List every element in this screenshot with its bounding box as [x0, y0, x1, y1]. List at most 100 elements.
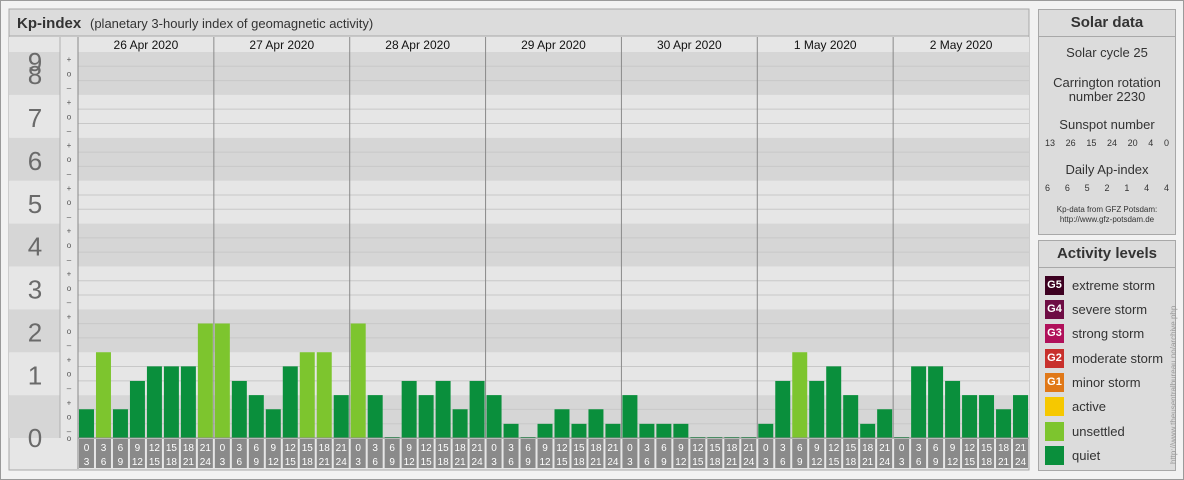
kp-bar	[316, 352, 332, 438]
kp-bar	[503, 423, 519, 438]
interval-start-label: 3	[780, 443, 786, 454]
interval-end-label: 18	[981, 457, 993, 468]
interval-end-label: 15	[692, 457, 704, 468]
level-quiet: quiet	[1045, 445, 1100, 465]
sunspot-value: 15	[1086, 138, 1097, 148]
kp-band	[78, 180, 1029, 224]
interval-start-label: 0	[84, 443, 90, 454]
interval-end-label: 18	[438, 457, 450, 468]
level-g3-swatch: G3	[1045, 323, 1064, 343]
kp-band	[78, 94, 1029, 138]
kp-number-label: 1	[28, 360, 42, 390]
sub-tick-label: o	[67, 69, 72, 78]
interval-end-label: 12	[268, 457, 280, 468]
kp-bar	[656, 423, 672, 438]
kp-bar	[248, 395, 264, 438]
kp-band	[78, 223, 1029, 267]
kp-bar	[112, 409, 128, 438]
sub-tick-label: o	[67, 284, 72, 293]
kp-number-label: 0	[28, 423, 42, 453]
kp-bar	[129, 380, 145, 438]
interval-start-label: 12	[964, 443, 976, 454]
ap-value: 4	[1144, 183, 1150, 193]
sub-tick-label: o	[67, 241, 72, 250]
sub-tick-label: +	[67, 398, 72, 407]
interval-start-label: 12	[149, 443, 161, 454]
interval-end-label: 6	[101, 457, 107, 468]
sub-tick-label: +	[67, 270, 72, 279]
interval-start-label: 3	[508, 443, 514, 454]
kp-number-label: 7	[28, 103, 42, 133]
kp-number-label: 9	[28, 47, 42, 77]
sub-tick-label: –	[67, 255, 72, 264]
interval-start-label: 15	[709, 443, 721, 454]
level-quiet-swatch	[1045, 445, 1064, 465]
sunspot-value: 26	[1065, 138, 1076, 148]
day-label: 27 Apr 2020	[249, 38, 314, 52]
sub-tick-label: +	[67, 98, 72, 107]
kp-bar	[571, 423, 587, 438]
kp-bar	[996, 409, 1012, 438]
interval-start-label: 21	[879, 443, 891, 454]
level-quiet-label: quiet	[1072, 447, 1101, 463]
interval-end-label: 12	[811, 457, 823, 468]
sub-tick-label: o	[67, 327, 72, 336]
interval-start-label: 3	[916, 443, 922, 454]
day-label: 2 May 2020	[930, 38, 993, 52]
interval-start-label: 18	[726, 443, 738, 454]
interval-end-label: 3	[899, 457, 905, 468]
interval-start-label: 12	[692, 443, 704, 454]
interval-end-label: 15	[964, 457, 976, 468]
sub-tick-label: o	[67, 155, 72, 164]
interval-start-label: 15	[573, 443, 585, 454]
interval-end-label: 15	[149, 457, 161, 468]
kp-band	[78, 266, 1029, 310]
sub-tick-label: –	[67, 212, 72, 221]
sunspot-numbers: 13 26 15 24 20 4 0	[1045, 138, 1169, 148]
interval-end-label: 24	[607, 457, 619, 468]
level-g5-label: extreme storm	[1072, 277, 1156, 293]
kp-number-label: 5	[28, 189, 42, 219]
interval-end-label: 18	[302, 457, 314, 468]
interval-start-label: 15	[166, 443, 178, 454]
sub-tick-label: o	[67, 370, 72, 379]
interval-end-label: 24	[200, 457, 212, 468]
kp-bar	[622, 395, 638, 438]
sunspot-value: 0	[1163, 138, 1169, 148]
sub-tick-label: +	[67, 227, 72, 236]
sub-tick-label: +	[67, 141, 72, 150]
kp-bar	[79, 409, 94, 438]
sub-tick-label: +	[67, 355, 72, 364]
kp-bar	[639, 423, 655, 438]
kp-band	[78, 137, 1029, 181]
interval-start-label: 0	[627, 443, 633, 454]
kp-bar	[826, 366, 842, 438]
kp-bar	[860, 423, 876, 438]
sub-tick-label: –	[67, 384, 72, 393]
watermark-link[interactable]: http://www.theusentralbureau.no/archive.…	[1169, 224, 1178, 464]
interval-start-label: 15	[845, 443, 857, 454]
kp-bar	[588, 409, 604, 438]
sub-tick-label: +	[67, 184, 72, 193]
kp-bar	[1013, 395, 1028, 438]
interval-end-label: 6	[372, 457, 378, 468]
source-link[interactable]: http://www.gfz-potsdam.de	[1039, 215, 1175, 225]
sub-tick-label: +	[67, 55, 72, 64]
kp-bar	[469, 380, 485, 438]
kp-bar	[758, 423, 774, 438]
kp-chart: Kp-index (planetary 3-hourly index of geo…	[8, 8, 1030, 471]
kp-bar	[792, 352, 808, 438]
kp-bar	[673, 423, 689, 438]
carrington-line1: Carrington rotation	[1053, 75, 1161, 90]
kp-bar	[299, 352, 315, 438]
carrington-line2: number 2230	[1068, 89, 1146, 104]
day-label: 29 Apr 2020	[521, 38, 586, 52]
level-g2-swatch: G2	[1045, 348, 1064, 368]
sub-tick-label: –	[67, 84, 72, 93]
interval-start-label: 6	[118, 443, 124, 454]
kp-number-label: 2	[28, 318, 42, 348]
sub-tick-label: –	[67, 298, 72, 307]
interval-start-label: 9	[678, 443, 684, 454]
chart-subtitle: (planetary 3-hourly index of geomagnetic…	[90, 16, 373, 31]
day-label: 30 Apr 2020	[657, 38, 722, 52]
